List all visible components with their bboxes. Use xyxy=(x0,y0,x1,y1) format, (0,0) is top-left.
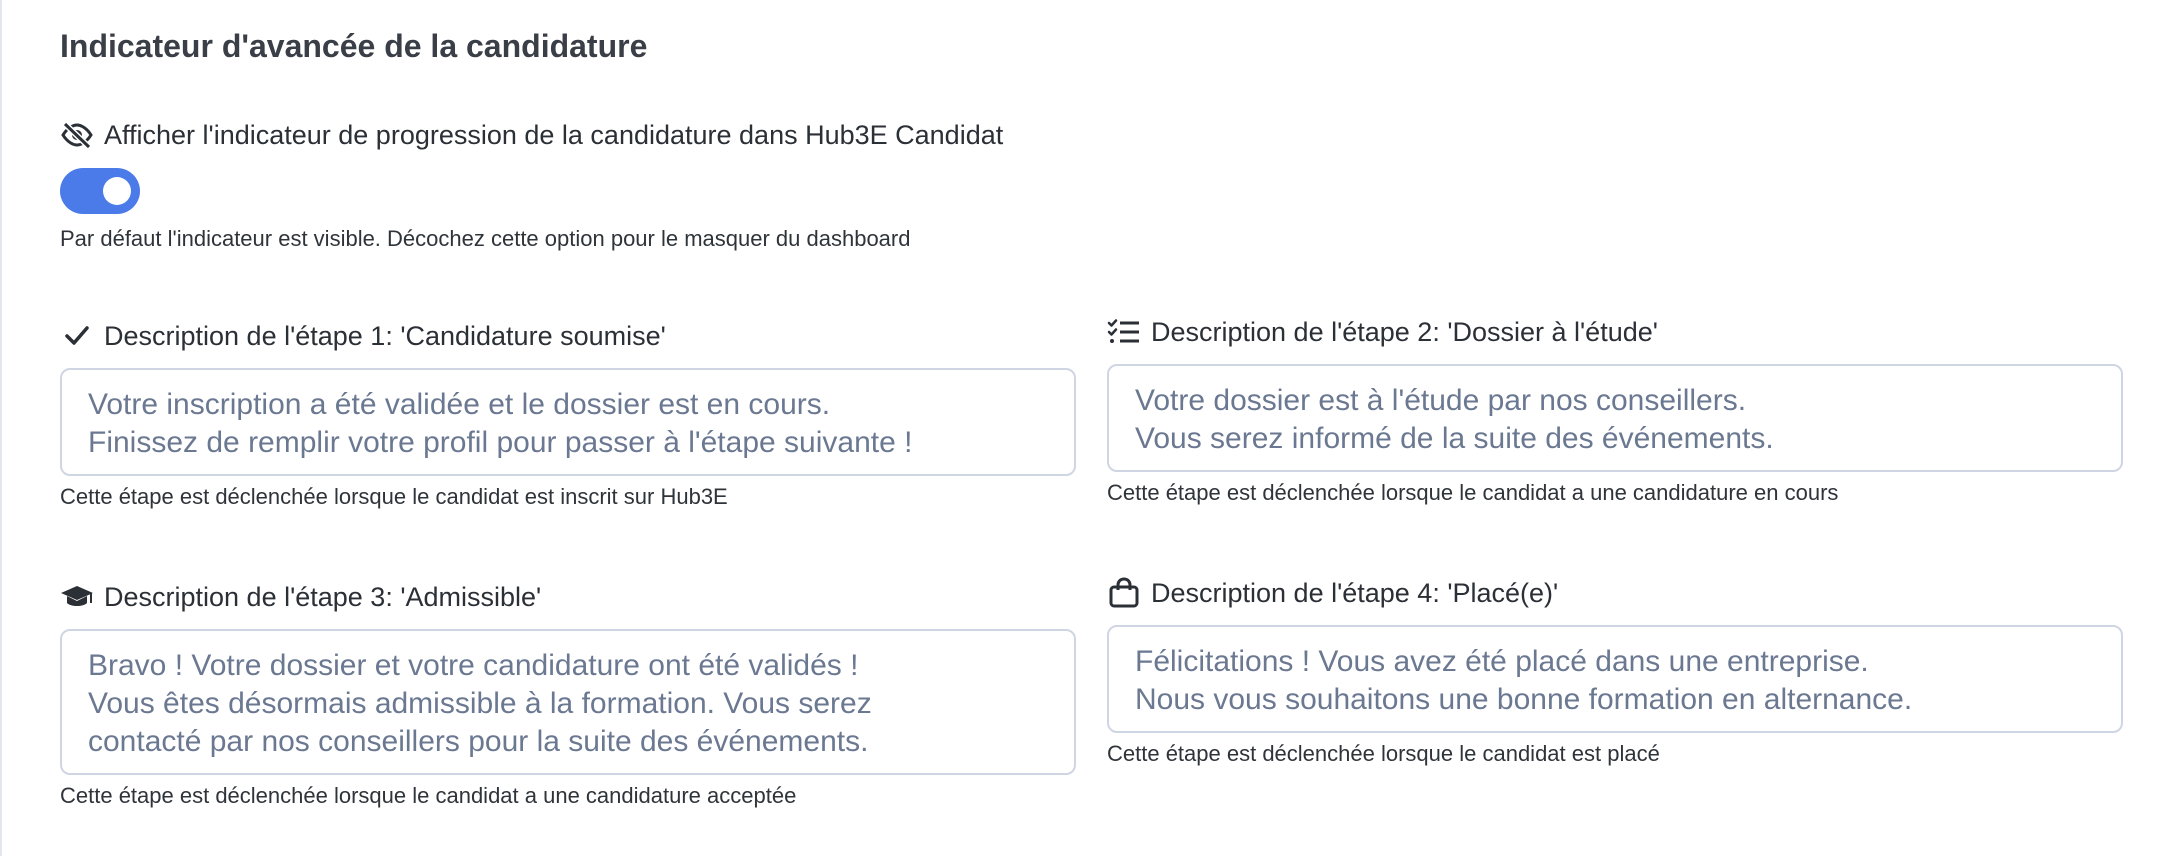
step-1: Description de l'étape 1: 'Candidature s… xyxy=(60,318,1076,510)
shopping-bag-icon xyxy=(1107,576,1141,610)
step-3-label: Description de l'étape 3: 'Admissible' xyxy=(60,579,1076,615)
step-4-help: Cette étape est déclenchée lorsque le ca… xyxy=(1107,741,1660,766)
step-4: Description de l'étape 4: 'Placé(e)' Fél… xyxy=(1107,575,2123,767)
step-3-label-text: Description de l'étape 3: 'Admissible' xyxy=(104,581,542,612)
visibility-help: Par défaut l'indicateur est visible. Déc… xyxy=(60,226,911,251)
visibility-toggle[interactable] xyxy=(60,168,140,214)
visibility-label-text: Afficher l'indicateur de progression de … xyxy=(104,119,1004,150)
step-2-help: Cette étape est déclenchée lorsque le ca… xyxy=(1107,480,1839,505)
step-2-label: Description de l'étape 2: 'Dossier à l'é… xyxy=(1107,314,2123,350)
step-3-description-textarea[interactable]: Bravo ! Votre dossier et votre candidatu… xyxy=(60,629,1076,775)
step-2: Description de l'étape 2: 'Dossier à l'é… xyxy=(1107,314,2123,506)
step-4-label: Description de l'étape 4: 'Placé(e)' xyxy=(1107,575,2123,611)
step-3: Description de l'étape 3: 'Admissible' B… xyxy=(60,579,1076,809)
step-1-help: Cette étape est déclenchée lorsque le ca… xyxy=(60,484,728,509)
step-1-description-textarea[interactable]: Votre inscription a été validée et le do… xyxy=(60,368,1076,476)
graduation-cap-icon xyxy=(60,580,94,614)
visibility-label: Afficher l'indicateur de progression de … xyxy=(60,118,1003,152)
step-1-label-text: Description de l'étape 1: 'Candidature s… xyxy=(104,320,666,351)
check-icon xyxy=(60,319,94,353)
section-title: Indicateur d'avancée de la candidature xyxy=(60,28,648,64)
step-4-label-text: Description de l'étape 4: 'Placé(e)' xyxy=(1151,577,1559,608)
step-4-description-textarea[interactable]: Félicitations ! Vous avez été placé dans… xyxy=(1107,625,2123,733)
step-2-description-textarea[interactable]: Votre dossier est à l'étude par nos cons… xyxy=(1107,364,2123,472)
step-2-label-text: Description de l'étape 2: 'Dossier à l'é… xyxy=(1151,316,1658,347)
list-check-icon xyxy=(1107,315,1141,349)
step-3-help: Cette étape est déclenchée lorsque le ca… xyxy=(60,783,797,808)
settings-panel: Indicateur d'avancée de la candidature A… xyxy=(0,0,2178,856)
toggle-knob xyxy=(103,177,131,205)
step-1-label: Description de l'étape 1: 'Candidature s… xyxy=(60,318,1076,354)
eye-slash-icon xyxy=(60,118,94,152)
